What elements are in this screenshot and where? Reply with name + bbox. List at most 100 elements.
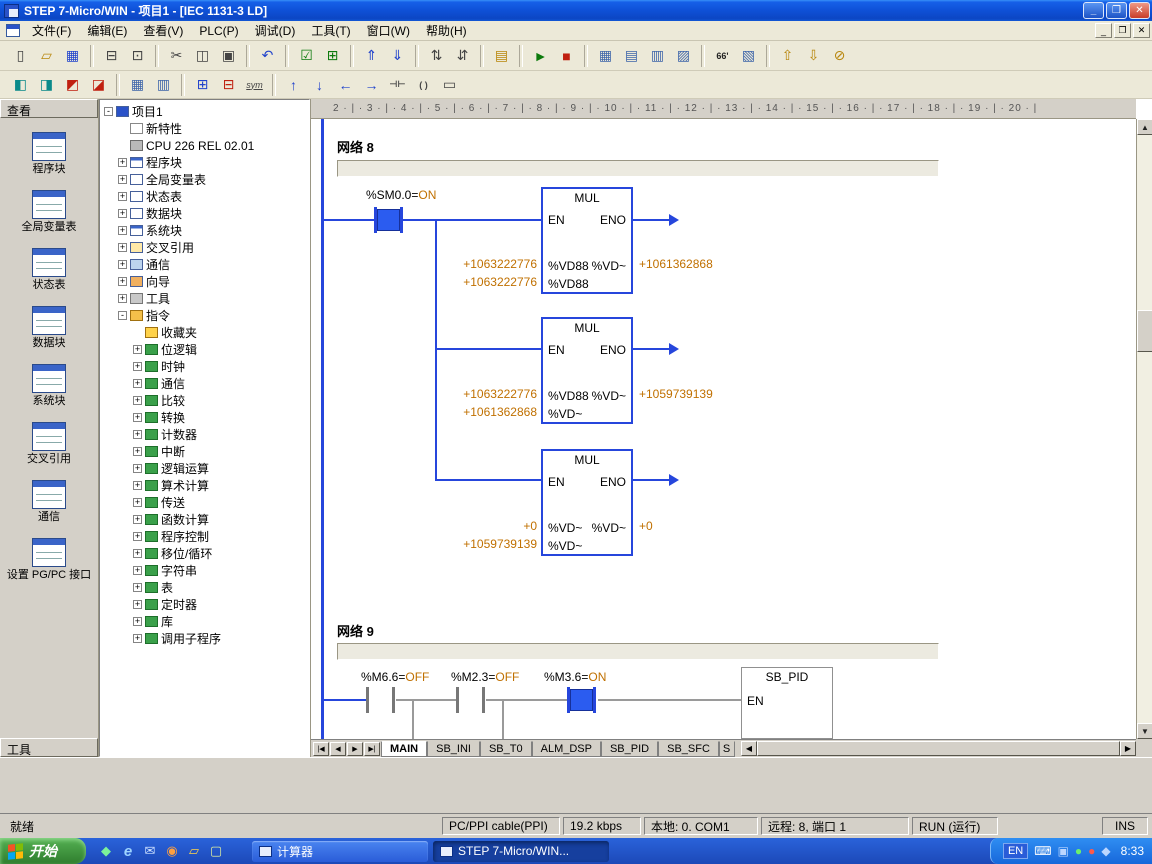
sb-pid-block[interactable]: SB_PID EN [741,667,833,739]
tab-sb-pid[interactable]: SB_PID [601,741,658,757]
scroll-down-button[interactable]: ▼ [1137,723,1152,739]
tree-expander[interactable]: + [133,600,142,609]
symbol-table-button[interactable]: ▦ [125,73,150,97]
tree-item-shift-rotate[interactable]: + 移位/循环 [100,545,309,562]
tab-nav-next[interactable]: ▶ [347,742,363,756]
contact-m23[interactable] [482,687,485,713]
horizontal-scrollbar[interactable]: ◀ ▶ [741,741,1136,756]
mdi-restore-button[interactable]: ❐ [1114,23,1131,38]
menu-help[interactable]: 帮助(H) [418,20,475,41]
prev-bookmark-button[interactable]: ◩ [60,73,85,97]
menu-window[interactable]: 窗口(W) [359,20,418,41]
tree-item-convert[interactable]: + 转换 [100,409,309,426]
tree-expander[interactable]: + [133,362,142,371]
antivirus-icon[interactable]: ◆ [96,841,116,861]
tree-expander[interactable]: + [133,583,142,592]
tree-item-program-control[interactable]: + 程序控制 [100,528,309,545]
usb-device-icon[interactable]: ◆ [1101,845,1110,857]
tab-main[interactable]: MAIN [381,741,427,757]
tree-item-move[interactable]: + 传送 [100,494,309,511]
tab-nav-first[interactable]: |◀ [313,742,329,756]
menu-debug[interactable]: 调试(D) [247,20,304,41]
force-button[interactable]: ⇧ [775,44,800,68]
restore-button[interactable]: ❐ [1106,2,1127,19]
horizontal-scroll-thumb[interactable] [757,741,1120,756]
tree-expander[interactable]: + [133,498,142,507]
tree-expander[interactable]: - [118,311,127,320]
ladder-canvas[interactable]: 网络 8 %SM0.0=ON MUL EN ENO %VD88 %VD~ %VD… [311,119,1136,739]
sidebar-item-global-var-table[interactable]: 全局变量表 [1,190,98,233]
next-bookmark-button[interactable]: ◨ [34,73,59,97]
input-method-icon[interactable]: ▣ [1058,845,1069,857]
tree-expander[interactable]: + [118,294,127,303]
tree-item-cpu[interactable]: CPU 226 REL 02.01 [100,137,309,154]
minimize-button[interactable]: _ [1083,2,1104,19]
tree-expander[interactable]: + [133,566,142,575]
contact-m36-energized[interactable] [570,689,593,711]
menu-plc[interactable]: PLC(P) [191,22,246,40]
tab-sb-t0[interactable]: SB_T0 [480,741,532,757]
tab-nav-last[interactable]: ▶| [364,742,380,756]
language-indicator[interactable]: EN [1003,843,1028,859]
download-button[interactable]: ⇓ [385,44,410,68]
insert-contact-button[interactable]: ⊣⊢ [385,73,410,97]
unforce-button[interactable]: ⇩ [801,44,826,68]
sidebar-item-cross-reference[interactable]: 交叉引用 [1,422,98,465]
insert-coil-button[interactable]: ( ) [411,73,436,97]
tree-item-call-subroutine[interactable]: + 调用子程序 [100,630,309,647]
tree-item-communication2[interactable]: + 通信 [100,375,309,392]
keyboard-icon[interactable]: ⌨ [1034,845,1051,857]
tree-expander[interactable]: + [133,447,142,456]
print-button[interactable]: ⊟ [99,44,124,68]
line-up-button[interactable]: ↑ [281,73,306,97]
tab-sb-sfc[interactable]: SB_SFC [658,741,719,757]
symbol-info-button[interactable]: ▥ [151,73,176,97]
tree-item-function-math[interactable]: + 函数计算 [100,511,309,528]
print-preview-button[interactable]: ⊡ [125,44,150,68]
tree-expander[interactable]: + [118,175,127,184]
sidebar-item-program-block[interactable]: 程序块 [1,132,98,175]
view-symbol-table-button[interactable]: ▥ [645,44,670,68]
menu-file[interactable]: 文件(F) [24,20,79,41]
insert-network-button[interactable]: ⊞ [190,73,215,97]
tree-expander[interactable]: + [133,345,142,354]
tree-expander[interactable]: + [133,430,142,439]
mul-block-3[interactable]: MUL EN ENO %VD~ %VD~ %VD~ [541,449,633,556]
tree-item-whats-new[interactable]: 新特性 [100,120,309,137]
undo-button[interactable]: ↶ [255,44,280,68]
view-status-chart-button[interactable]: ▨ [671,44,696,68]
tree-expander[interactable]: + [118,192,127,201]
tree-expander[interactable]: - [104,107,113,116]
tree-item-table[interactable]: + 表 [100,579,309,596]
tree-item-wizard[interactable]: + 向导 [100,273,309,290]
tree-expander[interactable]: + [118,209,127,218]
status-green-icon[interactable]: ● [1075,845,1082,857]
tab-sb-ini[interactable]: SB_INI [427,741,480,757]
insert-box-button[interactable]: ▭ [437,73,462,97]
scroll-left-button[interactable]: ◀ [741,741,757,756]
tree-expander[interactable]: + [133,549,142,558]
menu-edit[interactable]: 编辑(E) [79,20,135,41]
sidebar-item-set-pgpc[interactable]: 设置 PG/PC 接口 [1,538,98,581]
internet-explorer-icon[interactable]: e [118,841,138,861]
view-stl-button[interactable]: ▤ [619,44,644,68]
tree-expander[interactable]: + [133,634,142,643]
tree-expander[interactable]: + [118,277,127,286]
taskbar-button-step7[interactable]: STEP 7-Micro/WIN... [433,841,609,862]
tree-expander[interactable]: + [118,243,127,252]
paste-button[interactable]: ▣ [216,44,241,68]
tree-item-cross-reference[interactable]: + 交叉引用 [100,239,309,256]
delete-network-button[interactable]: ⊟ [216,73,241,97]
network-9-comment-box[interactable] [337,643,939,660]
tree-expander[interactable]: + [118,260,127,269]
tree-expander[interactable]: + [133,617,142,626]
folder-icon[interactable]: ▱ [184,841,204,861]
taskbar-button-calculator[interactable]: 计算器 [252,841,428,862]
compile-button[interactable]: ☑ [294,44,319,68]
sort-descending-button[interactable]: ⇵ [450,44,475,68]
tree-item-status-chart[interactable]: + 状态表 [100,188,309,205]
tree-expander[interactable]: + [133,379,142,388]
run-button[interactable]: ► [528,44,553,68]
scroll-right-button[interactable]: ▶ [1120,741,1136,756]
show-desktop-icon[interactable]: ▢ [206,841,226,861]
